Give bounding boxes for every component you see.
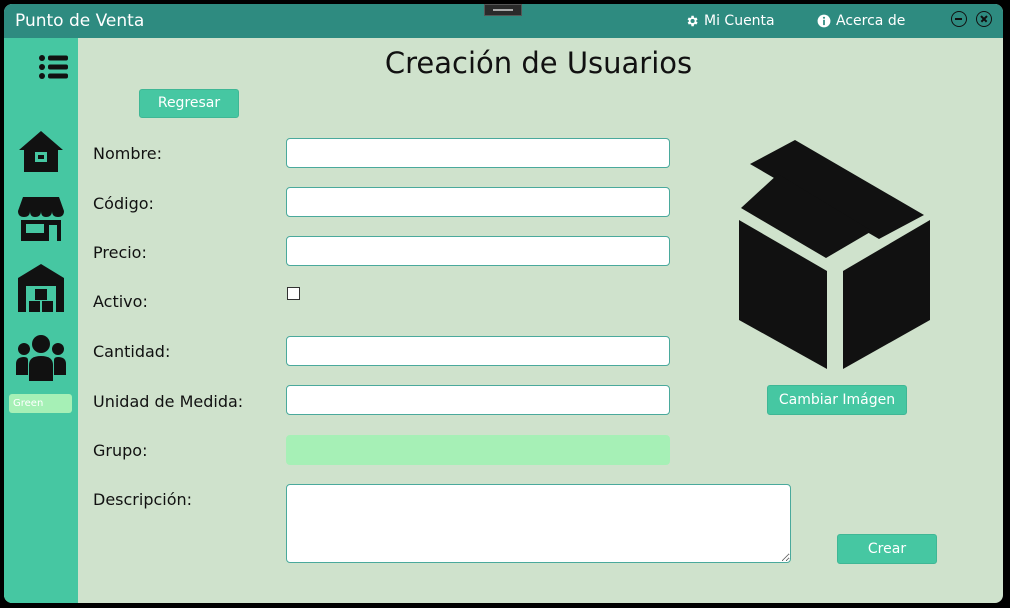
account-link[interactable]: Mi Cuenta xyxy=(685,13,775,29)
store-icon[interactable] xyxy=(18,197,64,241)
app-title: Punto de Venta xyxy=(15,11,145,31)
activo-label: Activo: xyxy=(93,292,148,311)
users-icon[interactable] xyxy=(16,335,66,381)
theme-selector[interactable]: Green xyxy=(9,394,72,413)
close-button[interactable] xyxy=(976,11,992,27)
title-bar: Punto de Venta Mi Cuenta Acerca de xyxy=(4,4,1003,38)
minimize-button[interactable] xyxy=(951,11,967,27)
account-label: Mi Cuenta xyxy=(704,13,775,29)
grupo-label: Grupo: xyxy=(93,441,148,460)
change-image-button[interactable]: Cambiar Imágen xyxy=(767,385,907,415)
precio-input[interactable] xyxy=(286,236,670,266)
nombre-label: Nombre: xyxy=(93,144,162,163)
codigo-input[interactable] xyxy=(286,187,670,217)
home-icon[interactable] xyxy=(18,130,64,172)
descripcion-textarea[interactable] xyxy=(286,484,791,563)
cantidad-input[interactable] xyxy=(286,336,670,366)
app-window: Punto de Venta Mi Cuenta Acerca de Green… xyxy=(4,4,1003,603)
warehouse-icon[interactable] xyxy=(18,264,64,312)
codigo-label: Código: xyxy=(93,194,154,213)
page-title: Creación de Usuarios xyxy=(384,46,693,80)
descripcion-label: Descripción: xyxy=(93,490,193,509)
about-link[interactable]: Acerca de xyxy=(817,13,905,29)
sidebar: Green xyxy=(4,38,78,603)
cantidad-label: Cantidad: xyxy=(93,342,171,361)
box-icon xyxy=(739,140,930,369)
unidad-input[interactable] xyxy=(286,385,670,415)
create-button[interactable]: Crear xyxy=(837,534,937,564)
info-icon xyxy=(817,14,831,28)
nombre-input[interactable] xyxy=(286,138,670,168)
drag-handle[interactable] xyxy=(484,4,522,16)
gear-icon xyxy=(687,15,698,27)
about-label: Acerca de xyxy=(836,13,906,29)
back-button[interactable]: Regresar xyxy=(139,89,239,118)
unidad-label: Unidad de Medida: xyxy=(93,392,244,411)
activo-checkbox[interactable] xyxy=(287,287,300,300)
grupo-select[interactable] xyxy=(286,435,670,465)
precio-label: Precio: xyxy=(93,243,147,262)
